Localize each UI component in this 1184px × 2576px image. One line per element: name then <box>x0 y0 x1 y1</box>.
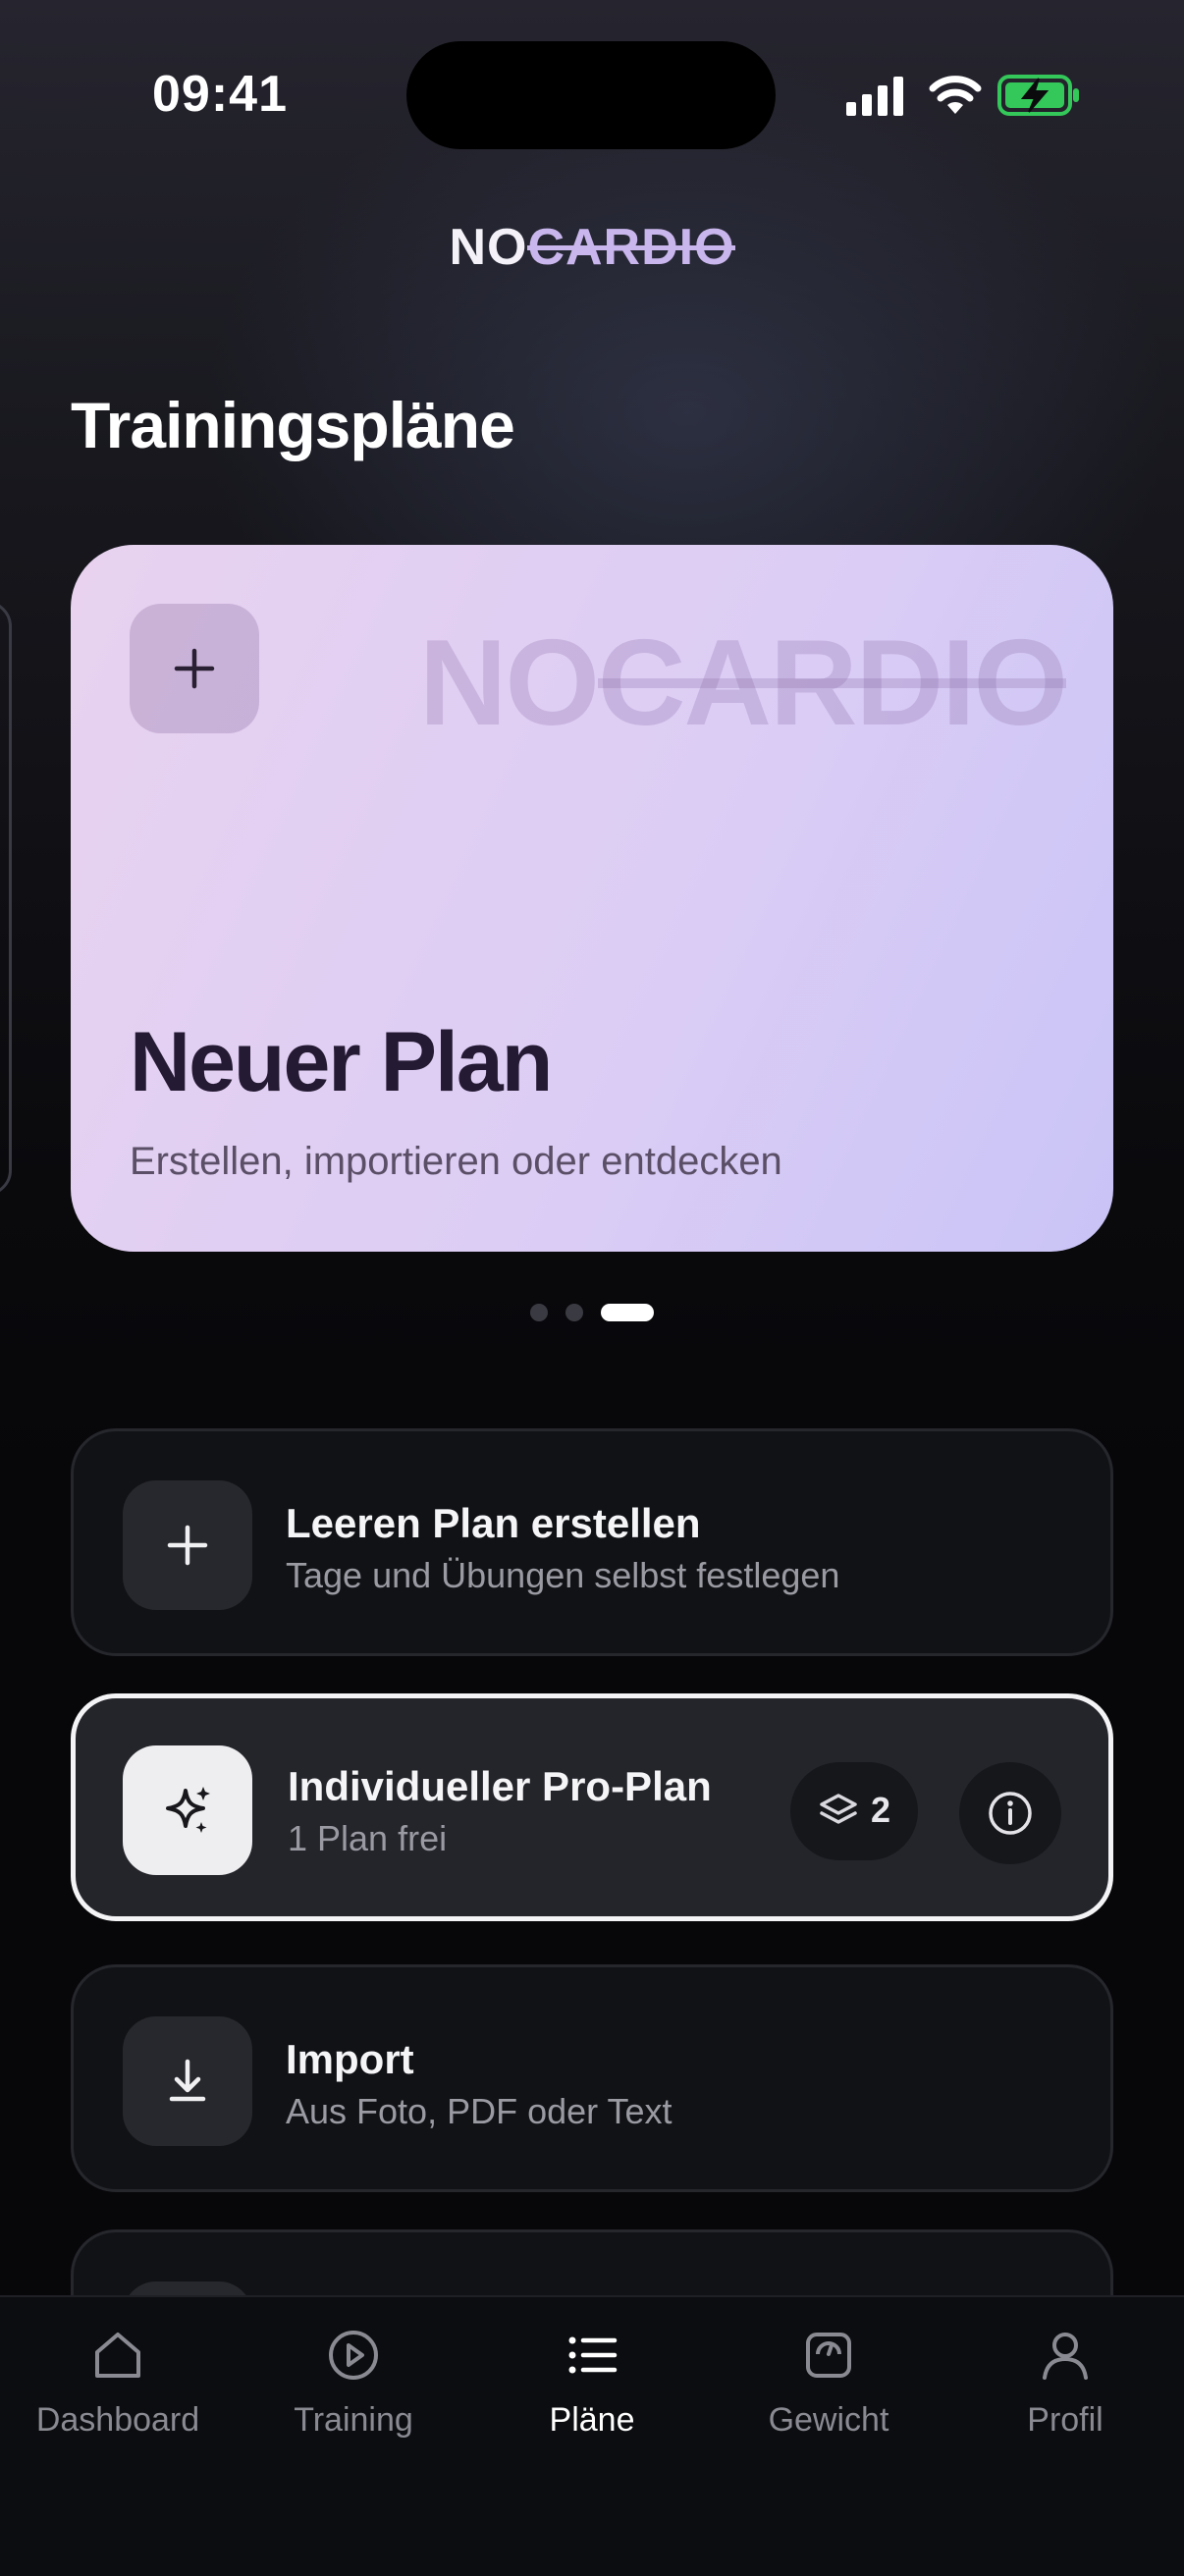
logo-struck: CARDIO <box>527 219 735 276</box>
plus-icon <box>174 648 215 689</box>
create-empty-plan-icon-tile <box>123 1480 252 1610</box>
carousel-previous-card[interactable] <box>0 601 12 1196</box>
list-icon <box>568 2336 618 2374</box>
plan-count-value: 2 <box>871 1790 891 1830</box>
tab-dashboard-label: Dashboard <box>35 2401 200 2439</box>
new-plan-add-button[interactable] <box>130 604 259 733</box>
status-time: 09:41 <box>152 66 288 123</box>
tab-training[interactable]: Training <box>236 2327 471 2440</box>
logo-prefix: NO <box>449 219 528 276</box>
pro-plan-card[interactable]: Individueller Pro-Plan 1 Plan frei 2 <box>71 1693 1113 1921</box>
card-watermark: NOCARDIO <box>418 614 1068 753</box>
pro-plan-title: Individueller Pro-Plan <box>288 1763 712 1809</box>
tab-plans[interactable]: Pläne <box>474 2327 710 2440</box>
tab-profile-label: Profil <box>1027 2401 1103 2439</box>
tab-profile[interactable]: Profil <box>947 2327 1183 2440</box>
info-icon <box>989 1792 1032 1835</box>
import-subtitle: Aus Foto, PDF oder Text <box>286 2091 673 2131</box>
user-icon <box>1043 2333 1088 2380</box>
card-title: Neuer Plan <box>130 1015 553 1109</box>
plus-icon <box>167 1525 208 1566</box>
tab-plans-label: Pläne <box>549 2401 635 2439</box>
page-title: Trainingspläne <box>71 389 515 461</box>
battery-charging-icon <box>997 75 1079 116</box>
create-empty-plan-title: Leeren Plan erstellen <box>286 1500 701 1546</box>
pro-plan-icon-tile <box>123 1745 252 1875</box>
new-plan-card[interactable]: NOCARDIO Neuer Plan Erstellen, importier… <box>71 545 1113 1252</box>
pro-plan-info-button[interactable] <box>959 1762 1061 1864</box>
page-dot-3-active[interactable] <box>601 1304 654 1321</box>
tab-weight-label: Gewicht <box>768 2401 889 2439</box>
page-dot-1[interactable] <box>530 1304 548 1321</box>
pro-plan-subtitle: 1 Plan frei <box>288 1818 448 1858</box>
tab-dashboard[interactable]: Dashboard <box>0 2327 236 2440</box>
create-empty-plan-subtitle: Tage und Übungen selbst festlegen <box>286 1555 840 1595</box>
sparkle-icon <box>166 1787 210 1833</box>
wifi-icon <box>929 76 982 114</box>
plan-count-badge[interactable]: 2 <box>790 1762 918 1860</box>
create-empty-plan-card[interactable]: Leeren Plan erstellen Tage und Übungen s… <box>71 1428 1113 1656</box>
page-dot-2[interactable] <box>565 1304 583 1321</box>
import-plan-card[interactable]: Import Aus Foto, PDF oder Text <box>71 1964 1113 2192</box>
tab-weight[interactable]: Gewicht <box>711 2327 946 2440</box>
watermark-struck: CARDIO <box>597 616 1068 751</box>
import-title: Import <box>286 2036 414 2082</box>
download-icon <box>169 2059 206 2102</box>
dynamic-island <box>406 41 776 149</box>
import-icon-tile <box>123 2016 252 2146</box>
app-logo: NOCARDIO <box>0 218 1184 277</box>
cellular-signal-icon <box>846 77 903 116</box>
tab-bar: Dashboard Training Pläne Gewicht Profil <box>0 2295 1184 2576</box>
layers-icon <box>820 1794 857 1824</box>
home-icon <box>95 2333 140 2378</box>
tab-training-label: Training <box>294 2401 413 2439</box>
scale-icon <box>806 2333 851 2378</box>
play-icon <box>329 2331 378 2380</box>
watermark-prefix: NO <box>418 616 600 751</box>
card-subtitle: Erstellen, importieren oder entdecken <box>130 1140 782 1183</box>
